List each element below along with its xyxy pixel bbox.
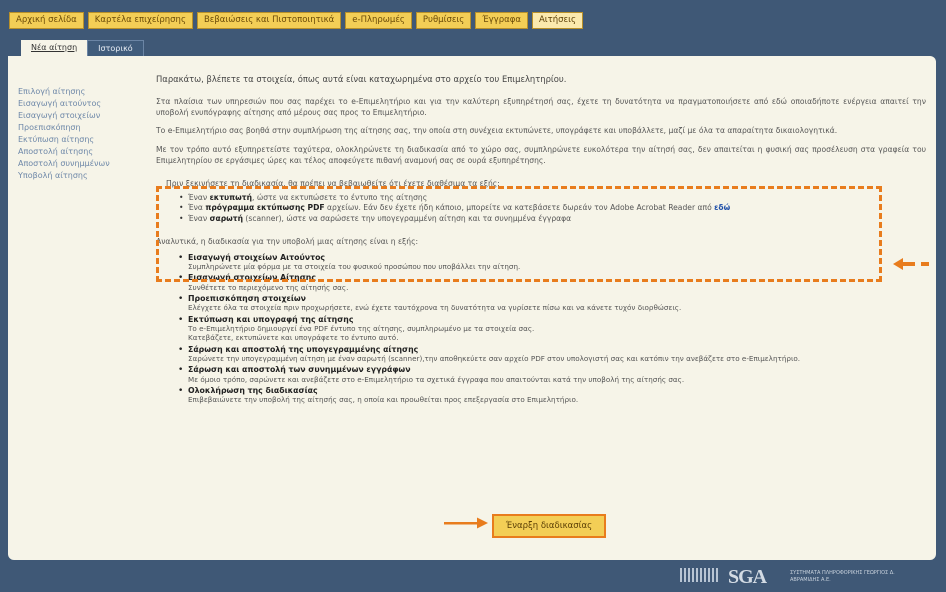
nav-e-payments[interactable]: e-Πληρωμές [345,12,412,29]
tab-new-application[interactable]: Νέα αίτηση [21,40,88,56]
list-item: Προεπισκόπηση στοιχείωνΕλέγχετε όλα τα σ… [178,293,926,313]
requirements-highlight-box [156,186,882,282]
step-title: Προεπισκόπηση στοιχείων [188,293,306,303]
start-process-button[interactable]: Έναρξη διαδικασίας [492,514,606,538]
logo-subtitle: ΣΥΣΤΗΜΑΤΑ ΠΛΗΡΟΦΟΡΙΚΗΣ ΓΕΩΡΓΙΟΣ Δ. ΑΒΡΑΜ… [790,570,895,583]
steps-sidebar: Επιλογή αίτησης Εισαγωγή αιτούντος Εισαγ… [18,86,138,182]
logo-mark: SGA [728,566,767,588]
sga-logo: SGA ΣΥΣΤΗΜΑΤΑ ΠΛΗΡΟΦΟΡΙΚΗΣ ΓΕΩΡΓΙΟΣ Δ. Α… [680,566,920,590]
sidebar-item-send-application[interactable]: Αποστολή αίτησης [18,146,138,158]
step-title: Σάρωση και αποστολή της υπογεγραμμένης α… [188,344,419,354]
step-description: Ελέγχετε όλα τα στοιχεία πριν προχωρήσετ… [188,303,682,313]
intro-lead: Παρακάτω, βλέπετε τα στοιχεία, όπως αυτά… [156,74,567,84]
list-item: Ολοκλήρωση της διαδικασίαςΕπιβεβαιώνετε … [178,385,926,405]
sidebar-item-send-attachments[interactable]: Αποστολή συνημμένων [18,158,138,170]
intro-paragraph-3: Με τον τρόπο αυτό εξυπηρετείστε ταχύτερα… [156,145,926,165]
nav-settings[interactable]: Ρυθμίσεις [415,12,472,29]
sidebar-item-enter-applicant[interactable]: Εισαγωγή αιτούντος [18,98,138,110]
tab-history[interactable]: Ιστορικό [87,40,144,56]
step-description: Με όμοιο τρόπο, σαρώνετε και ανεβάζετε σ… [188,374,685,384]
nav-certificates[interactable]: Βεβαιώσεις και Πιστοποιητικά [196,12,342,29]
sidebar-item-print-application[interactable]: Εκτύπωση αίτησης [18,134,138,146]
step-description: Επιβεβαιώνετε την υποβολή της αίτησής σα… [188,395,579,405]
nav-business-profile[interactable]: Καρτέλα επιχείρησης [87,12,193,29]
sidebar-item-enter-data[interactable]: Εισαγωγή στοιχείων [18,110,138,122]
top-navigation: Αρχική σελίδα Καρτέλα επιχείρησης Βεβαιώ… [9,12,583,30]
step-title: Σάρωση και αποστολή των συνημμένων εγγρά… [188,365,411,375]
nav-documents[interactable]: Έγγραφα [475,12,528,29]
step-description: Σαρώνετε την υπογεγραμμένη αίτηση με ένα… [188,354,801,364]
sub-tabs: Νέα αίτηση Ιστορικό [21,40,144,56]
right-arrow-icon [444,517,488,529]
left-arrow-icon [893,258,929,270]
step-description: Το e-Επιμελητήριο δημιουργεί ένα PDF έντ… [188,324,535,343]
list-item: Εκτύπωση και υπογραφή της αίτησηςΤο e-Επ… [178,314,926,343]
sidebar-item-preview[interactable]: Προεπισκόπηση [18,122,138,134]
intro-paragraph-1: Στα πλαίσια των υπηρεσιών που σας παρέχε… [156,96,926,117]
nav-applications[interactable]: Αιτήσεις [531,12,583,29]
main-panel: Επιλογή αίτησης Εισαγωγή αιτούντος Εισαγ… [8,56,936,560]
step-title: Εκτύπωση και υπογραφή της αίτησης [188,314,354,324]
list-item: Σάρωση και αποστολή των συνημμένων εγγρά… [178,365,926,384]
list-item: Σάρωση και αποστολή της υπογεγραμμένης α… [178,344,926,364]
sidebar-item-select-application[interactable]: Επιλογή αίτησης [18,86,138,98]
step-description: Συνθέτετε το περιεχόμενο της αίτησής σας… [188,282,349,292]
sidebar-item-submit-application[interactable]: Υποβολή αίτησης [18,170,138,182]
step-title: Ολοκλήρωση της διαδικασίας [188,385,318,395]
nav-home[interactable]: Αρχική σελίδα [9,12,84,29]
intro-paragraph-2: Το e-Επιμελητήριο σας βοηθά στην συμπλήρ… [156,126,838,136]
